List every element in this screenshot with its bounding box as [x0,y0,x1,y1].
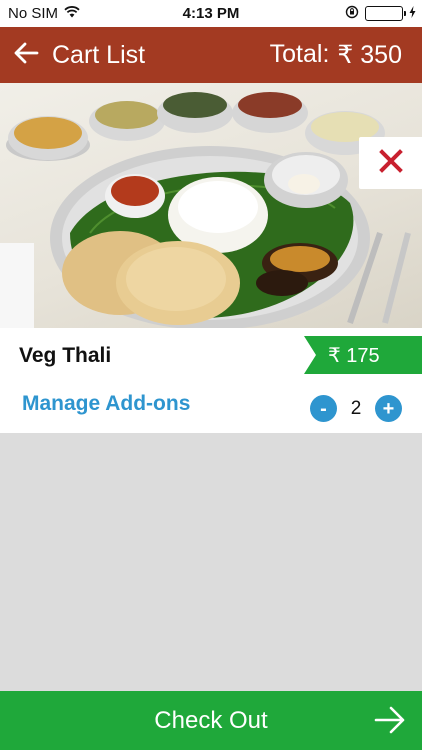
charging-icon [409,5,416,22]
close-icon [378,148,403,178]
carrier-label: No SIM [8,5,59,22]
checkout-button[interactable]: Check Out [0,691,422,750]
checkout-label: Check Out [154,706,268,734]
plus-icon: + [382,397,395,420]
total-label: Total: [269,40,330,68]
status-left: No SIM [8,5,80,22]
remove-item-button[interactable] [359,137,422,189]
wifi-icon [64,5,80,22]
battery-icon [365,6,406,21]
item-image [0,83,422,328]
increment-button[interactable]: + [375,395,402,422]
arrow-left-icon [13,42,39,69]
page-title: Cart List [52,40,146,69]
total-value: ₹ 350 [337,41,402,69]
decrement-button[interactable]: - [310,395,337,422]
cart-item-card: Veg Thali ₹ 175 Manage Add-ons - 2 + [0,328,422,433]
arrow-right-icon [374,706,406,739]
quantity-value: 2 [350,397,362,419]
status-right [345,5,416,23]
price-badge: ₹ 175 [304,336,422,374]
manage-addons-link[interactable]: Manage Add-ons [22,392,190,416]
veg-thali-illustration [0,92,411,328]
status-bar: No SIM 4:13 PM [0,0,422,27]
item-name: Veg Thali [19,344,112,367]
app-header: Cart List Total: ₹ 350 [0,27,422,83]
back-button[interactable] [0,27,52,83]
orientation-lock-icon [345,5,359,23]
quantity-stepper: - 2 + [310,395,402,422]
minus-icon: - [320,397,327,420]
item-price: ₹ 175 [328,344,380,367]
cart-total: Total: ₹ 350 [270,40,422,70]
